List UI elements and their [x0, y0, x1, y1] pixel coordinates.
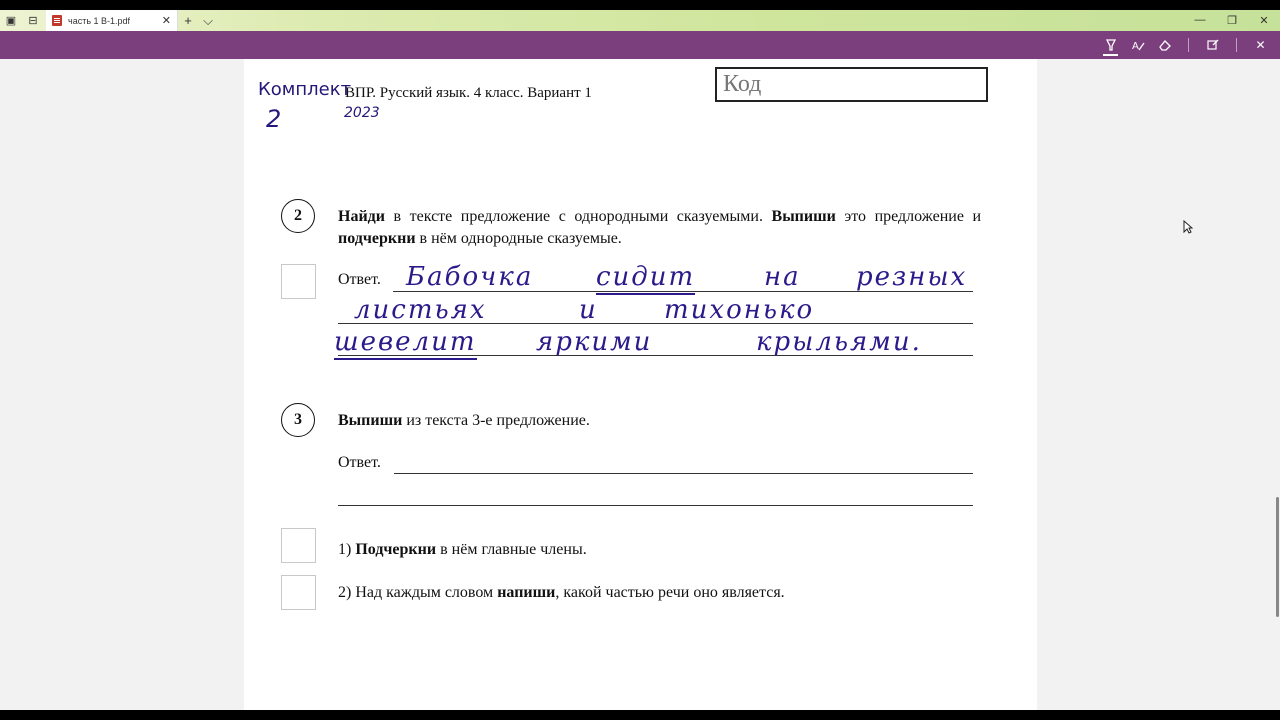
page-header: ВПР. Русский язык. 4 класс. Вариант 1 — [345, 85, 592, 101]
bottom-strip — [0, 710, 1280, 720]
tab-list-icon[interactable]: ⊟ — [22, 10, 44, 31]
question-number-text: 2 — [294, 207, 302, 224]
bold-word: подчеркни — [338, 230, 416, 247]
tab-close-icon[interactable]: ✕ — [162, 14, 171, 27]
handwritten-word: тихонько — [664, 295, 815, 325]
document-viewer[interactable]: Комплект 2 2023 ВПР. Русский язык. 4 кла… — [0, 59, 1280, 710]
window-close-icon[interactable]: ✕ — [1248, 14, 1280, 27]
text-span: из текста 3-е предложение. — [402, 412, 590, 429]
mouse-cursor-icon — [1183, 220, 1193, 234]
chevron-down-icon[interactable]: ⌵ — [198, 13, 218, 29]
subtask-2: 2) Над каждым словом напиши, какой часть… — [338, 582, 978, 604]
tab-title: часть 1 В-1.pdf — [68, 15, 131, 26]
code-box: Код — [715, 67, 988, 102]
tab-actions-icon[interactable]: ▣ — [0, 10, 22, 31]
text-span: 2) Над каждым словом — [338, 584, 498, 601]
handwritten-word: на — [764, 262, 801, 292]
text-span: , какой частью речи оно является. — [555, 584, 785, 601]
handwritten-word: яркими — [536, 327, 653, 357]
restore-icon[interactable]: ❐ — [1216, 14, 1248, 27]
minimize-icon[interactable]: — — [1184, 14, 1216, 27]
toolbar-divider — [1236, 38, 1237, 52]
question-number: 3 — [281, 403, 315, 437]
bold-word: Найди — [338, 208, 385, 225]
bold-word: напиши — [497, 584, 556, 601]
code-label: Код — [723, 71, 762, 97]
handwritten-word-underlined: сидит — [596, 262, 696, 295]
handwritten-word: резных — [856, 262, 968, 292]
svg-text:A: A — [1132, 41, 1139, 52]
touch-write-icon[interactable] — [1199, 34, 1226, 56]
handwritten-word-underlined: шевелит — [334, 327, 477, 360]
score-box — [281, 575, 316, 610]
pdf-file-icon — [52, 15, 62, 26]
question-2-text: Найди в тексте предложение с однородными… — [338, 206, 981, 250]
question-3-text: Выпиши из текста 3-е предложение. — [338, 410, 981, 432]
toolbar-divider — [1188, 38, 1189, 52]
komplekt-number: 2 — [266, 105, 282, 133]
text-span: в нём главные члены. — [436, 541, 587, 558]
bold-word: Выпиши — [338, 412, 403, 429]
close-icon[interactable]: ✕ — [1247, 34, 1274, 56]
question-number: 2 — [281, 199, 315, 233]
pdf-page: Комплект 2 2023 ВПР. Русский язык. 4 кла… — [244, 59, 1037, 710]
vertical-scrollbar[interactable] — [1276, 497, 1279, 617]
eraser-icon[interactable] — [1151, 34, 1178, 56]
handwritten-word: и — [579, 295, 598, 325]
answer-line — [394, 473, 973, 474]
text-highlight-icon[interactable]: A — [1124, 34, 1151, 56]
text-span: в тексте предложение с однородными сказу… — [384, 208, 772, 225]
question-number-text: 3 — [294, 411, 302, 428]
text-span: это предложение и — [835, 208, 982, 225]
year-note: 2023 — [344, 105, 380, 121]
handwritten-word: листьях — [354, 295, 487, 325]
tab-document[interactable]: часть 1 В-1.pdf ✕ — [46, 10, 178, 31]
highlight-icon[interactable] — [1097, 34, 1124, 56]
handwritten-word: Бабочка — [406, 262, 534, 292]
top-strip — [0, 0, 1280, 10]
bold-word: Подчеркни — [355, 541, 437, 558]
text-span: в нём однородные сказуемые. — [415, 230, 622, 247]
pdf-toolbar: A ✕ — [0, 31, 1280, 59]
answer-label: Ответ. — [338, 454, 381, 471]
subtask-1: 1) Подчеркни в нём главные члены. — [338, 539, 938, 561]
score-box — [281, 264, 316, 299]
score-box — [281, 528, 316, 563]
new-tab-icon[interactable]: + — [178, 13, 198, 28]
handwritten-word: крыльями. — [756, 327, 922, 357]
text-span: 1) — [338, 541, 356, 558]
answer-label: Ответ. — [338, 271, 381, 288]
answer-line — [338, 505, 973, 506]
komplekt-label: Комплект — [258, 79, 352, 100]
window-controls: — ❐ ✕ — [1184, 14, 1280, 27]
tab-bar: ▣ ⊟ часть 1 В-1.pdf ✕ + ⌵ — ❐ ✕ — [0, 10, 1280, 31]
bold-word: Выпиши — [771, 208, 836, 225]
